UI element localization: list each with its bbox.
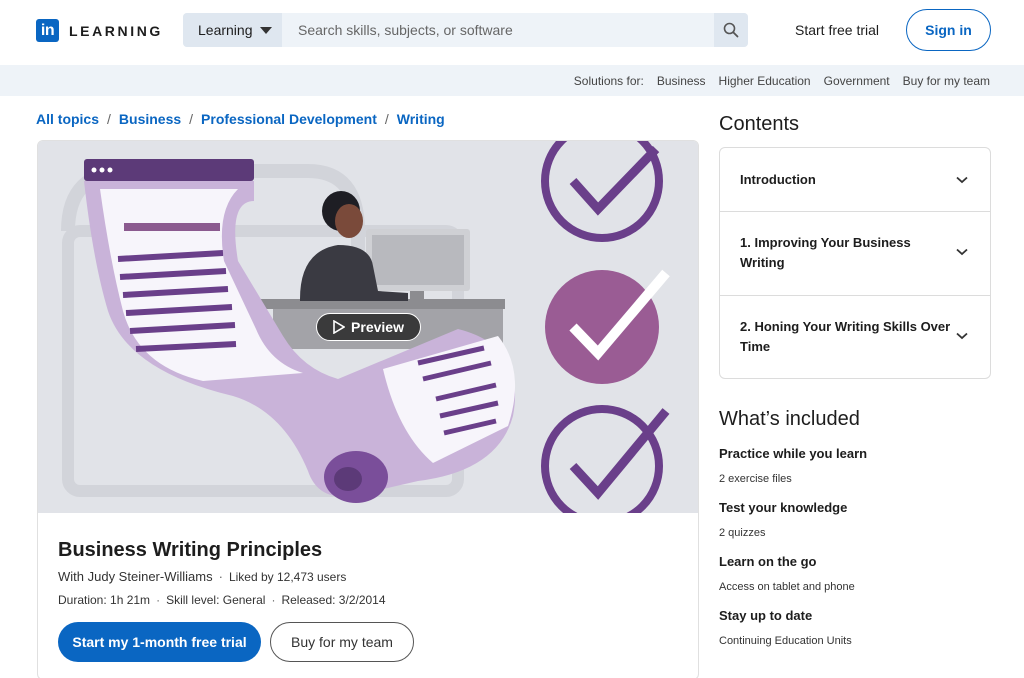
breadcrumb-all-topics[interactable]: All topics (36, 111, 99, 127)
course-release-date: Released: 3/2/2014 (281, 593, 386, 607)
chapter-improving-business-writing[interactable]: 1. Improving Your Business Writing (720, 212, 990, 296)
course-duration: Duration: 1h 21m (58, 593, 151, 607)
linkedin-learning-logo[interactable]: in LEARNING (36, 19, 163, 42)
course-card: Preview Business Writing Principles With… (37, 140, 699, 678)
start-trial-button[interactable]: Start my 1-month free trial (58, 622, 261, 662)
chevron-down-icon (956, 176, 968, 184)
caret-down-icon (259, 26, 272, 34)
meta-separator: · (271, 593, 276, 607)
start-free-trial-link[interactable]: Start free trial (795, 22, 879, 38)
search-button[interactable] (714, 13, 748, 47)
included-item-heading: Stay up to date (719, 608, 813, 623)
solutions-label: Solutions for: (573, 73, 644, 88)
course-likes: Liked by 12,473 users (228, 569, 347, 584)
chapter-title: 2. Honing Your Writing Skills Over Time (740, 319, 951, 354)
course-title: Business Writing Principles (58, 539, 323, 561)
logo-wordmark: LEARNING (69, 22, 163, 39)
breadcrumb-separator: / (189, 111, 194, 127)
solutions-business-link[interactable]: Business (657, 74, 706, 88)
search-category-label: Learning (198, 22, 253, 38)
breadcrumb-writing[interactable]: Writing (397, 111, 445, 127)
course-skill-level: Skill level: General (166, 593, 266, 607)
contents-accordion: Introduction 1. Improving Your Business … (719, 147, 991, 379)
chapter-title: Introduction (740, 172, 816, 187)
included-item-detail: Continuing Education Units (719, 635, 852, 647)
search-category-dropdown[interactable]: Learning (183, 13, 282, 47)
buy-for-team-button[interactable]: Buy for my team (270, 622, 414, 662)
contents-heading: Contents (719, 113, 800, 135)
breadcrumb-business[interactable]: Business (119, 111, 181, 127)
preview-button[interactable]: Preview (316, 313, 421, 341)
course-hero-image[interactable]: Preview (38, 141, 698, 527)
preview-label: Preview (351, 319, 404, 335)
breadcrumb: All topics / Business / Professional Dev… (36, 111, 445, 127)
top-header: in LEARNING Learning Start free trial Si… (0, 0, 1024, 64)
included-item-heading: Practice while you learn (719, 446, 868, 461)
breadcrumb-separator: / (107, 111, 111, 127)
chevron-down-icon (956, 248, 968, 256)
included-item-heading: Learn on the go (719, 554, 817, 569)
search-icon (723, 22, 739, 38)
included-item-detail: 2 quizzes (719, 527, 766, 539)
course-author[interactable]: With Judy Steiner-Williams (58, 569, 213, 584)
sign-in-button[interactable]: Sign in (906, 9, 991, 51)
solutions-buy-for-team-link[interactable]: Buy for my team (903, 74, 990, 88)
solutions-bar: Solutions for: Business Higher Education… (0, 65, 1024, 96)
solutions-government-link[interactable]: Government (824, 74, 890, 88)
chevron-down-icon (956, 332, 968, 340)
play-icon (333, 320, 346, 334)
whats-included-heading: What’s included (719, 408, 860, 430)
meta-separator: · (156, 593, 161, 607)
meta-separator: · (218, 569, 223, 584)
course-meta-author: With Judy Steiner-Williams · Liked by 12… (58, 569, 346, 584)
solutions-higher-education-link[interactable]: Higher Education (719, 74, 811, 88)
search-bar: Learning (183, 13, 748, 47)
breadcrumb-separator: / (384, 111, 389, 127)
included-item-detail: Access on tablet and phone (719, 581, 855, 593)
breadcrumb-professional-development[interactable]: Professional Development (201, 111, 377, 127)
chapter-introduction[interactable]: Introduction (720, 148, 990, 212)
chapter-title: 1. Improving Your Business Writing (740, 235, 911, 270)
included-item-detail: 2 exercise files (719, 473, 792, 485)
chapter-honing-writing-skills[interactable]: 2. Honing Your Writing Skills Over Time (720, 296, 990, 380)
linkedin-logo-mark: in (36, 19, 59, 42)
included-item-heading: Test your knowledge (719, 500, 848, 515)
search-input[interactable] (282, 13, 714, 47)
course-meta-details: Duration: 1h 21m · Skill level: General … (58, 593, 386, 607)
